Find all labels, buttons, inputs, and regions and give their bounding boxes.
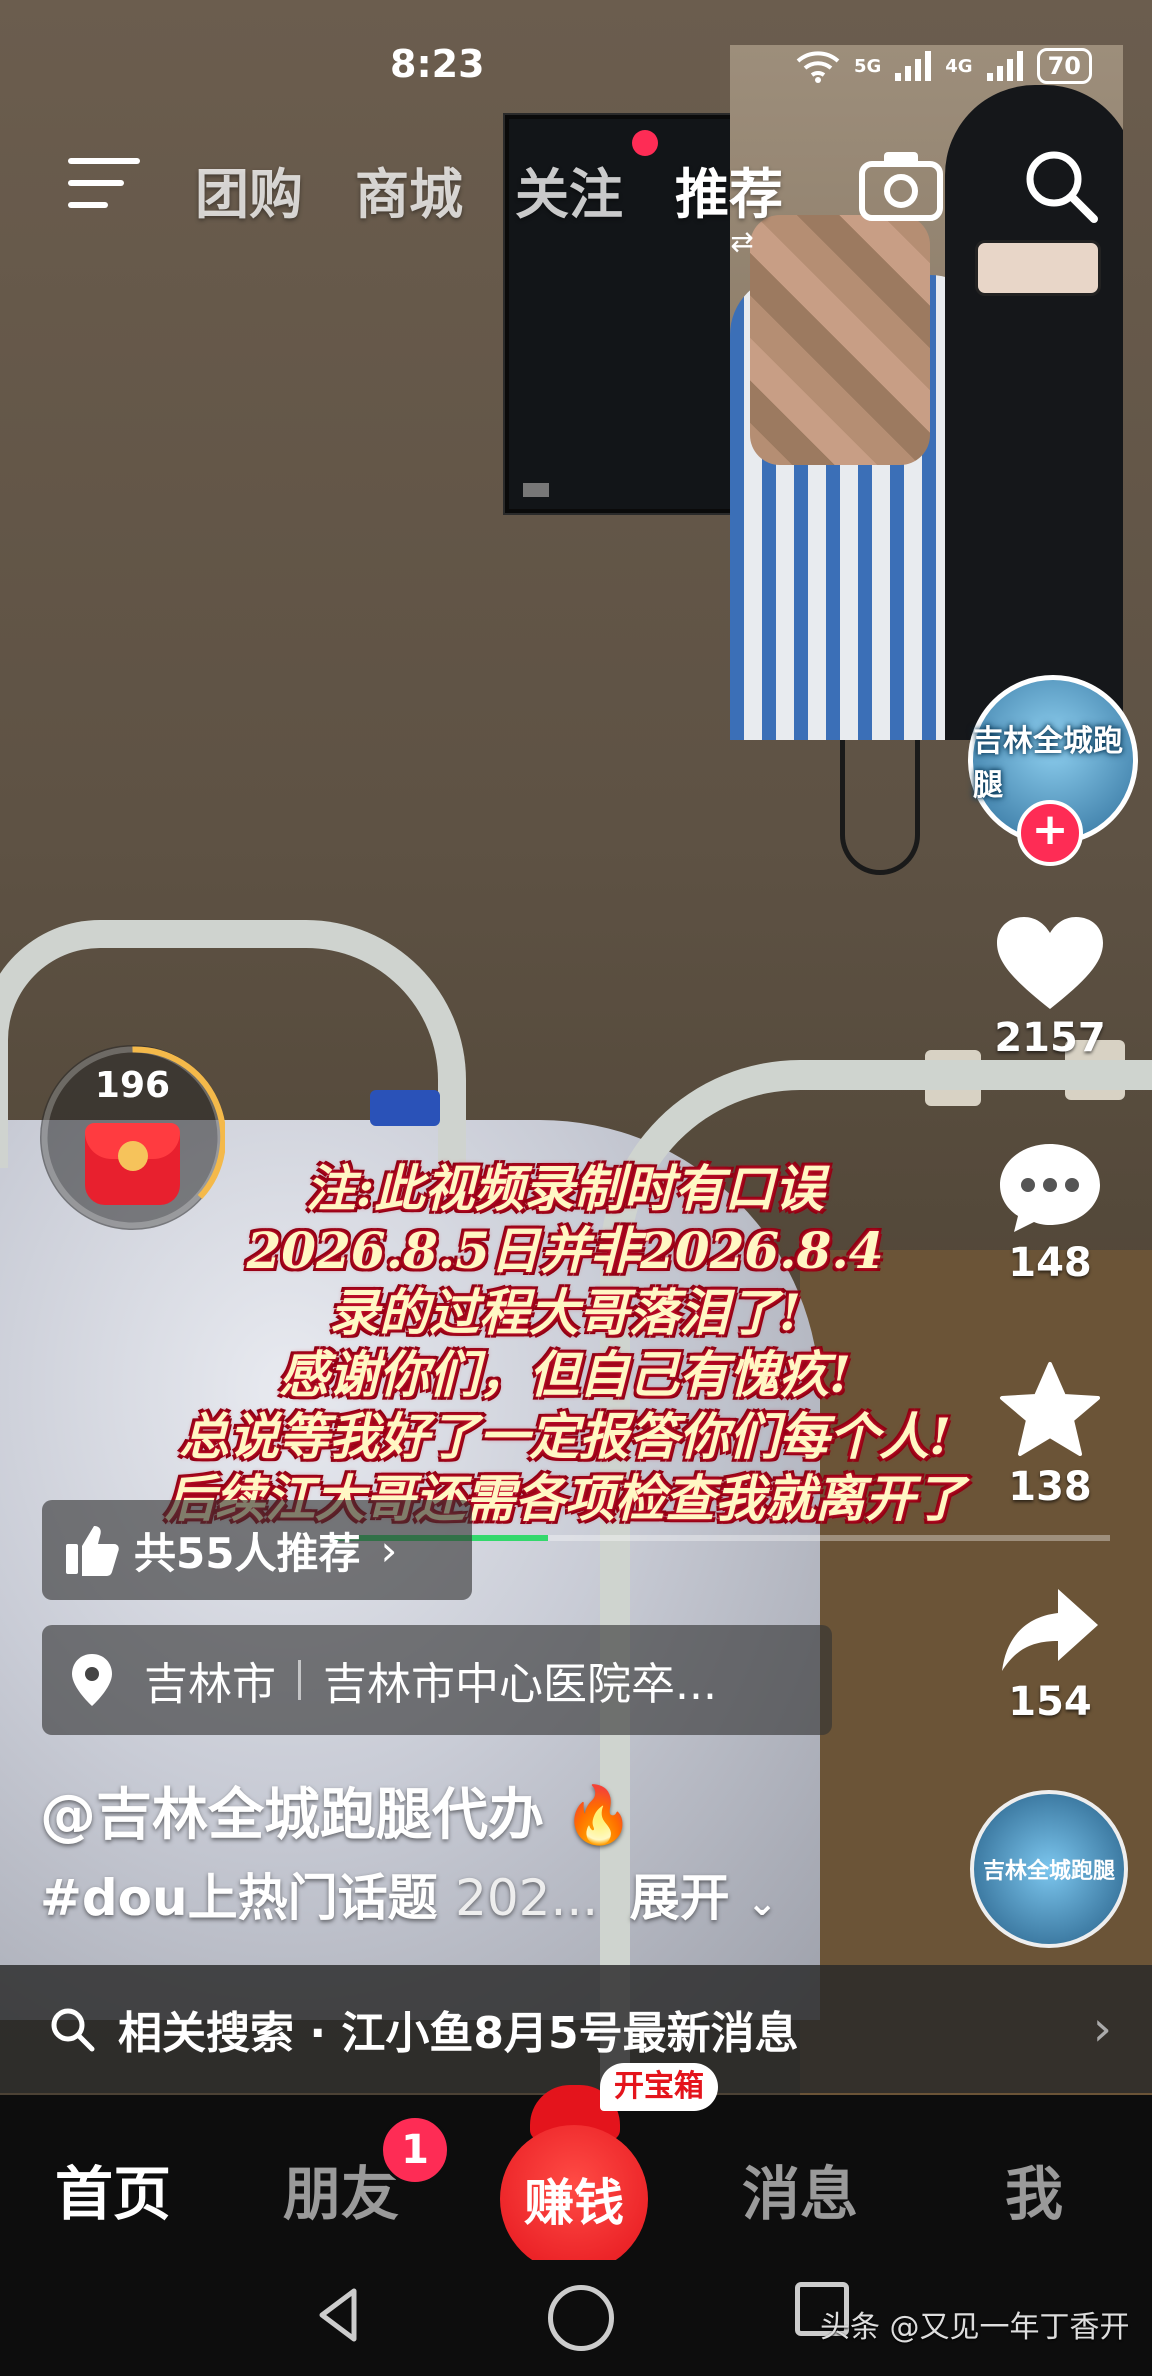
- wall-cable: [840, 730, 920, 875]
- avatar-text: 吉林全城跑腿: [973, 724, 1123, 803]
- tab-group-buy[interactable]: 团购: [195, 150, 303, 229]
- tab-home[interactable]: 首页: [55, 2147, 171, 2231]
- watermark: 头条 @又见一年丁香开: [820, 2310, 1130, 2345]
- signal-5g-label: 5G: [853, 55, 882, 77]
- like-count: 2157: [994, 1015, 1106, 1061]
- home-icon[interactable]: [548, 2285, 614, 2351]
- location-pill[interactable]: 吉林市 吉林市中心医院卒...: [42, 1625, 832, 1735]
- camera-icon[interactable]: [858, 148, 944, 222]
- location-place: 吉林市中心医院卒...: [323, 1659, 717, 1710]
- caption-line: 录的过程大哥落泪了!: [329, 1283, 801, 1342]
- bed-strap: [370, 1090, 440, 1126]
- caption-line: 总说等我好了一定报答你们每个人!: [179, 1407, 951, 1466]
- tab-me[interactable]: 我: [1005, 2147, 1063, 2231]
- follow-button[interactable]: +: [1017, 800, 1083, 866]
- tv-label: [523, 483, 549, 497]
- chevron-down-icon: ⌄: [747, 1883, 778, 1924]
- expand-button[interactable]: 展开: [630, 1869, 730, 1927]
- caption-line: 注:此视频录制时有口误: [305, 1159, 825, 1218]
- signal-4g-label: 4G: [945, 55, 973, 77]
- author-handle[interactable]: @吉林全城跑腿代办 🔥: [40, 1770, 633, 1851]
- status-icons: 5G 4G 70: [796, 48, 1092, 84]
- tab-recommend[interactable]: 推荐: [675, 150, 783, 229]
- heart-icon: [997, 917, 1103, 1009]
- related-search-label: 相关搜索 · 江小鱼8月5号最新消息: [118, 2008, 799, 2059]
- share-icon: [1002, 1589, 1098, 1671]
- music-disc-text: 吉林全城跑腿: [982, 1859, 1115, 1884]
- notification-dot: [632, 130, 658, 156]
- description-text: 202...: [455, 1869, 599, 1927]
- chevron-right-icon: ›: [380, 1525, 398, 1575]
- tab-mall[interactable]: 商城: [355, 150, 463, 229]
- menu-icon[interactable]: [68, 158, 140, 214]
- signal-bars-icon: [986, 51, 1023, 81]
- location-pin-icon: [72, 1654, 112, 1706]
- video-screen[interactable]: 8:23 5G 4G 70 团购 商城 关注 推荐 ⇄ 吉林全城跑腿 + 215…: [0, 0, 1152, 2376]
- status-time: 8:23: [390, 42, 485, 86]
- wifi-icon: [796, 51, 840, 83]
- video-caption: 注:此视频录制时有口误 2026.8.5日并非2026.8.4 录的过程大哥落泪…: [100, 1158, 1030, 1530]
- related-search-bar[interactable]: 相关搜索 · 江小鱼8月5号最新消息 ›: [0, 1965, 1152, 2093]
- search-icon[interactable]: [1020, 145, 1100, 225]
- share-button[interactable]: 154: [990, 1585, 1110, 1725]
- thumbs-up-icon: [66, 1526, 119, 1576]
- caption-line: 感谢你们，但自己有愧疚!: [279, 1345, 851, 1404]
- earn-label: 赚钱: [524, 2174, 624, 2232]
- location-divider: [298, 1660, 301, 1700]
- video-description[interactable]: #dou上热门话题 202... 展开 ⌄: [40, 1858, 777, 1930]
- location-city: 吉林市: [144, 1659, 276, 1710]
- music-disc[interactable]: 吉林全城跑腿: [970, 1790, 1128, 1948]
- hashtag[interactable]: #dou上热门话题: [40, 1869, 438, 1927]
- tab-messages[interactable]: 消息: [742, 2147, 858, 2231]
- caption-line: 2026.8.5日并非2026.8.4: [246, 1221, 884, 1280]
- switch-arrows-icon: ⇄: [730, 225, 754, 258]
- signal-bars-icon: [895, 51, 932, 81]
- search-icon: [51, 2008, 95, 2052]
- share-count: 154: [1008, 1679, 1092, 1725]
- friends-badge: 1: [380, 2115, 450, 2185]
- red-packet-count: 196: [94, 1065, 171, 1106]
- tab-following[interactable]: 关注: [515, 150, 623, 229]
- like-button[interactable]: 2157: [990, 915, 1110, 1061]
- treasure-tag[interactable]: 开宝箱: [600, 2063, 718, 2111]
- top-tabs: 团购 商城 关注 推荐: [195, 150, 783, 229]
- fire-icon: 🔥: [563, 1783, 634, 1848]
- recommend-label: 共55人推荐: [134, 1528, 361, 1578]
- pip-glasses: [975, 240, 1101, 296]
- pip-blurred-face: [750, 215, 930, 465]
- earn-button[interactable]: 赚钱: [500, 2125, 648, 2273]
- recommend-pill[interactable]: 共55人推荐 ›: [42, 1500, 472, 1600]
- back-icon[interactable]: [310, 2285, 370, 2345]
- chevron-right-icon: ›: [1092, 2001, 1112, 2057]
- battery-indicator: 70: [1036, 48, 1092, 84]
- author-handle-text: @吉林全城跑腿代办: [40, 1783, 544, 1848]
